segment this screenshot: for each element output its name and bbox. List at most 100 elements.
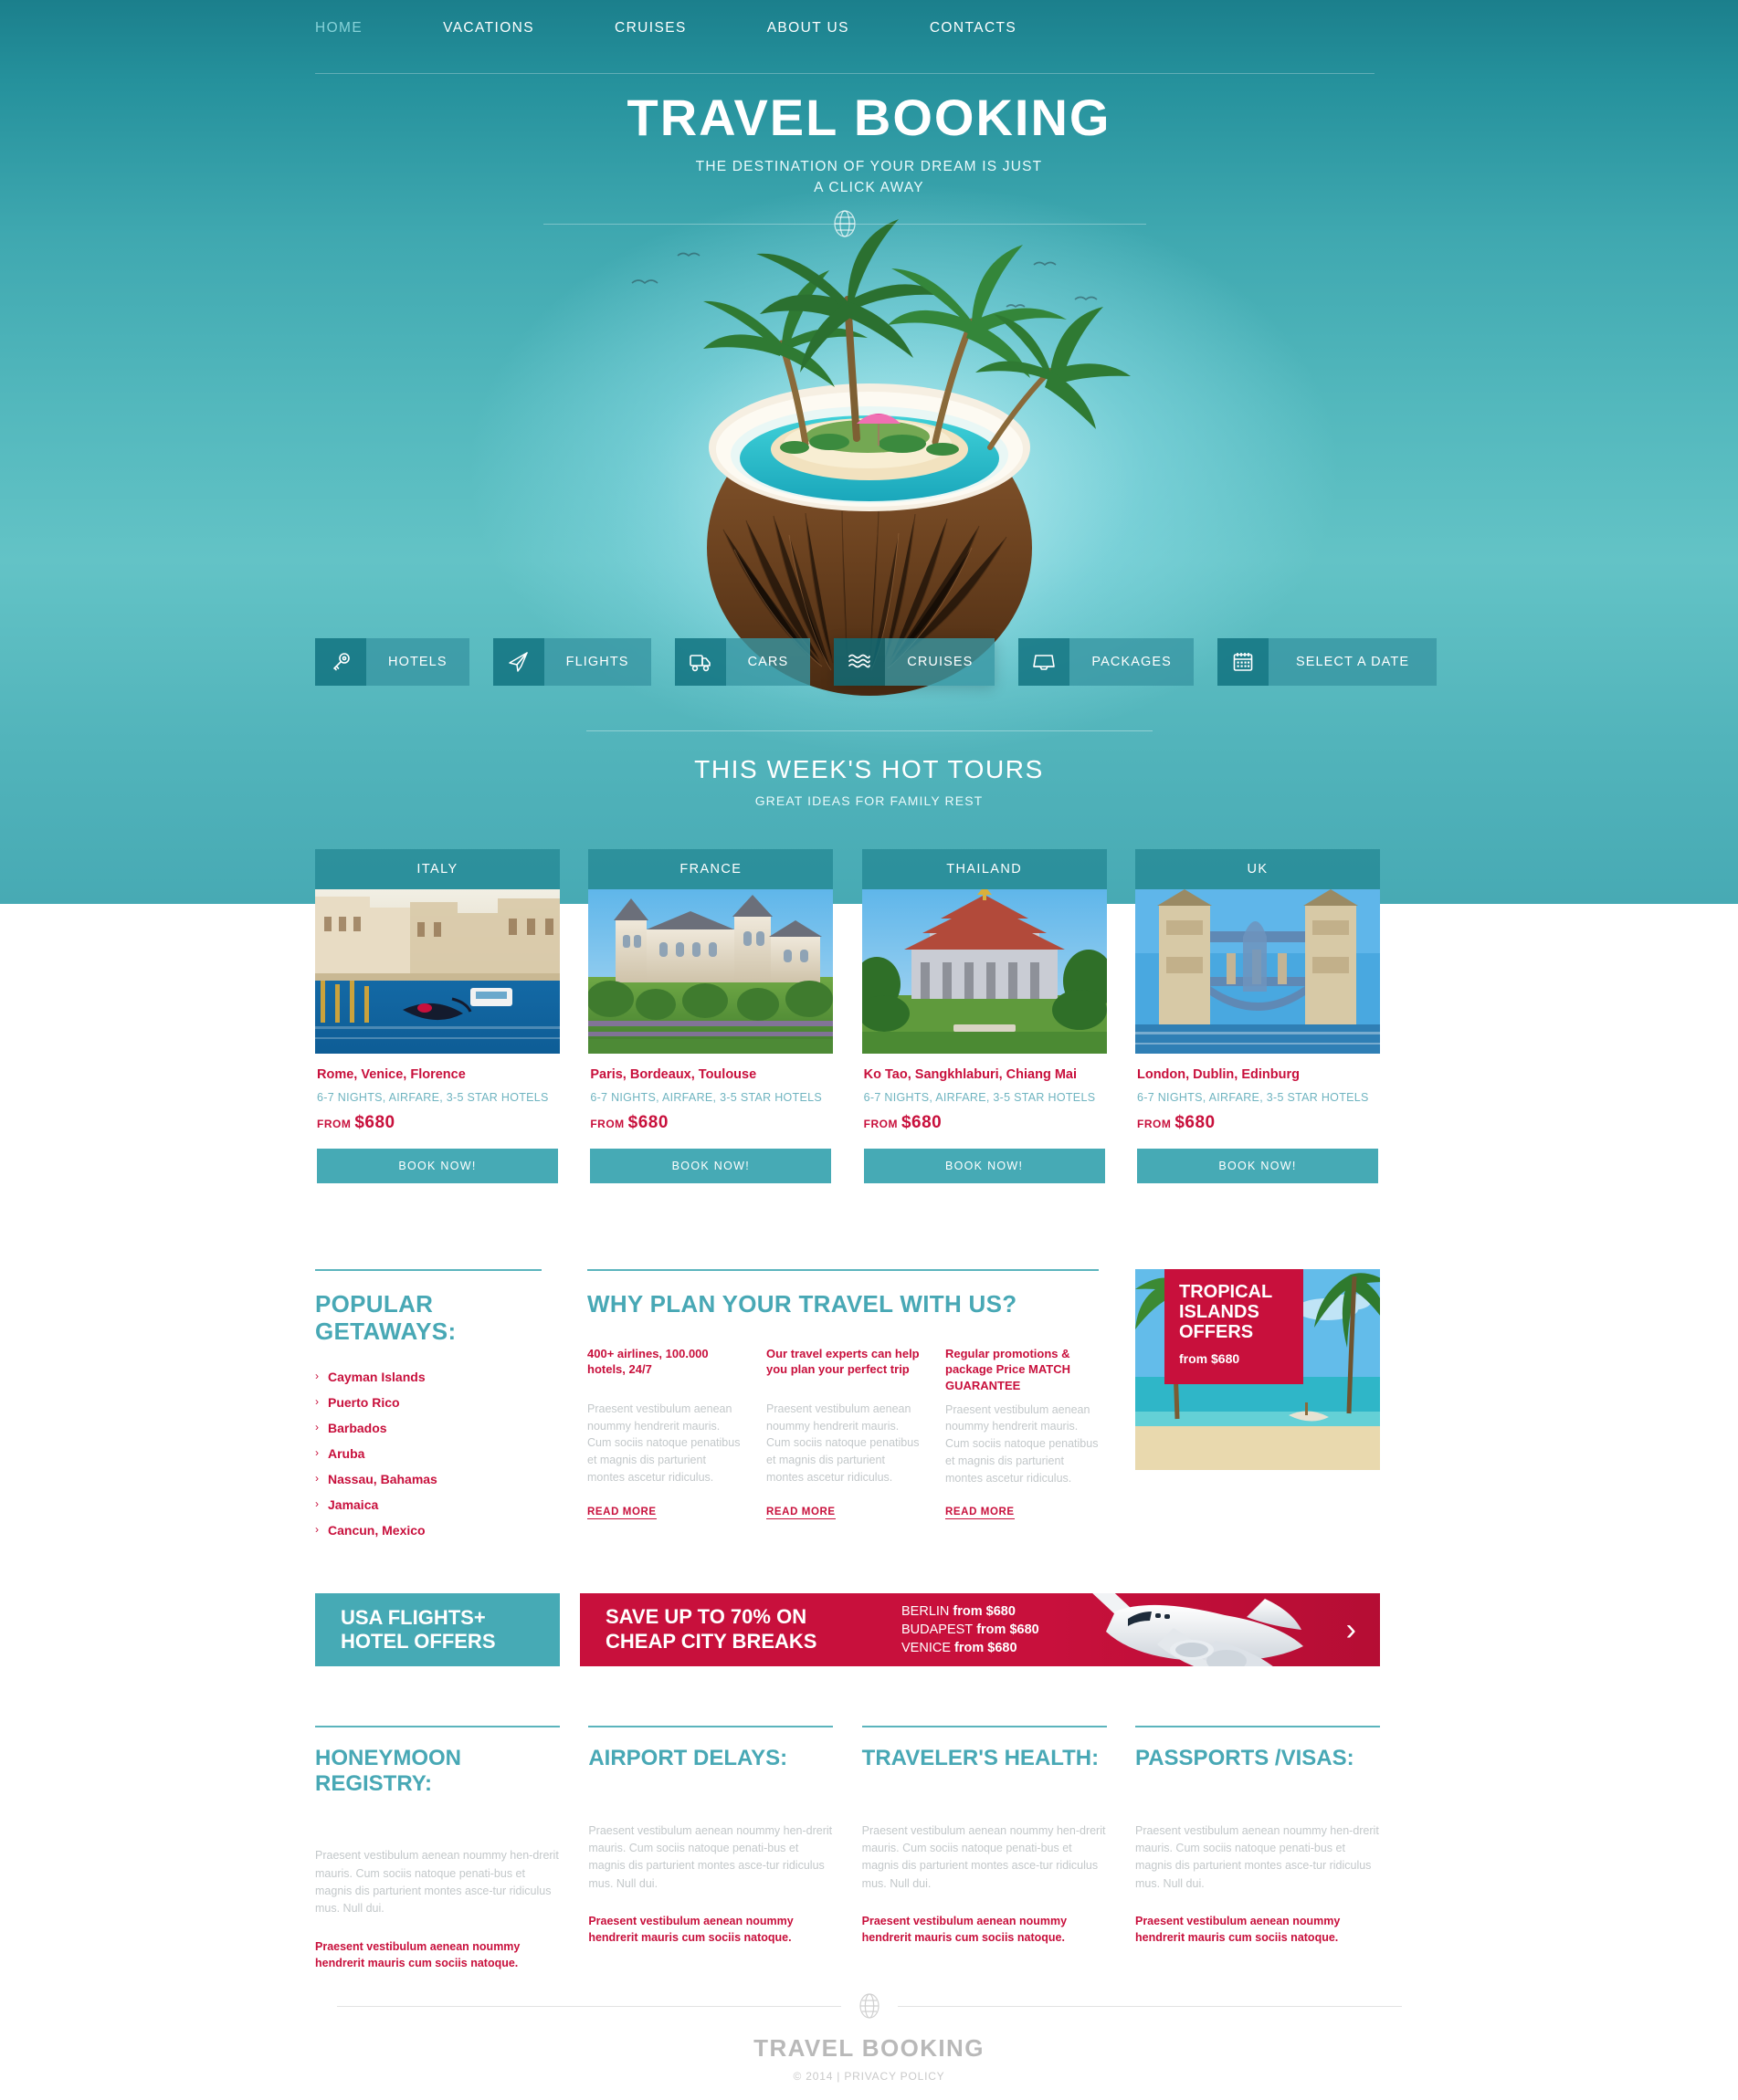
getaway-link[interactable]: Jamaica	[328, 1497, 378, 1512]
search-tab-hotels[interactable]: HOTELS	[315, 638, 469, 686]
getaway-link[interactable]: Barbados	[328, 1421, 387, 1435]
getaway-link[interactable]: Cancun, Mexico	[328, 1523, 426, 1538]
main-navigation[interactable]: HOME VACATIONS CRUISES ABOUT US CONTACTS	[0, 0, 1738, 57]
list-item[interactable]: › Barbados	[315, 1421, 542, 1435]
globe-icon	[858, 1993, 880, 2019]
info-column-passports-visas: PASSPORTS /VISAS: Praesent vestibulum ae…	[1134, 1726, 1380, 1971]
read-more-link[interactable]: READ MORE	[766, 1507, 836, 1519]
popular-getaways-panel: POPULAR GETAWAYS: › Cayman Islands › Puert…	[315, 1269, 542, 1549]
list-item[interactable]: › Puerto Rico	[315, 1395, 542, 1410]
search-type-bar[interactable]: HOTELS FLIGHTS CARS CRUISES PACKAGES SEL…	[315, 630, 1438, 694]
tour-price: FROM $680	[864, 1113, 1105, 1133]
getaway-link[interactable]: Cayman Islands	[328, 1370, 426, 1384]
tropical-islands-label[interactable]: TROPICAL ISLANDS OFFERS from $680	[1164, 1269, 1303, 1384]
read-more-link[interactable]: READ MORE	[587, 1507, 657, 1519]
search-tab-cruises[interactable]: CRUISES	[834, 638, 995, 686]
tour-price-value: $680	[1174, 1112, 1216, 1132]
tour-price-prefix: FROM	[1136, 1117, 1172, 1130]
section-rule	[861, 1726, 1107, 1727]
info-body: Praesent vestibulum aenean noummy hen-dr…	[315, 1849, 559, 1916]
info-quote: Praesent vestibulum aenean noummy hendre…	[1134, 1915, 1341, 1945]
waves-icon	[834, 638, 886, 686]
brand-tagline: THE DESTINATION OF YOUR DREAM IS JUST A …	[0, 156, 1738, 199]
search-tab-packages[interactable]: PACKAGES	[1018, 638, 1194, 686]
section-rule	[587, 1269, 1099, 1271]
usa-banner-line-2: HOTEL OFFERS	[341, 1630, 496, 1653]
list-item[interactable]: › Nassau, Bahamas	[315, 1472, 542, 1486]
usa-flights-hotel-offers-banner[interactable]: USA FLIGHTS+ HOTEL OFFERS	[315, 1593, 560, 1666]
info-heading: TRAVELER'S HEALTH:	[861, 1746, 1100, 1770]
popular-getaways-list: › Cayman Islands › Puerto Rico › Barbados ›…	[315, 1370, 542, 1538]
destination-price: from $680	[953, 1604, 1016, 1619]
info-quote: Praesent vestibulum aenean noummy hendre…	[315, 1939, 521, 1969]
list-item[interactable]: › Jamaica	[315, 1497, 542, 1512]
tour-country-tab[interactable]: ITALY	[315, 849, 560, 889]
brand-block: TRAVEL BOOKING THE DESTINATION OF YOUR D…	[0, 90, 1738, 199]
nav-item-about-us[interactable]: ABOUT US	[767, 20, 849, 37]
list-item[interactable]: › Aruba	[315, 1446, 542, 1461]
promo-title-line-3: OFFERS	[1179, 1322, 1254, 1342]
tour-country-tab[interactable]: FRANCE	[588, 849, 834, 889]
promo-title-line-1: TROPICAL	[1179, 1282, 1273, 1302]
banner-destination-list: BERLIN from $680 BUDAPEST from $680 VENI…	[901, 1602, 1039, 1657]
city-breaks-banner[interactable]: SAVE UP TO 70% ON CHEAP CITY BREAKS BERL…	[580, 1593, 1380, 1666]
why-column-2: Our travel experts can help you plan you…	[766, 1346, 920, 1519]
tour-country-tab[interactable]: THAILAND	[861, 849, 1107, 889]
city-breaks-line-1: SAVE UP TO 70% ON	[606, 1605, 807, 1629]
search-tab-flights[interactable]: FLIGHTS	[492, 638, 651, 686]
why-title: Regular promotions & package Price MATCH…	[945, 1346, 1071, 1392]
why-title: 400+ airlines, 100.000 hotels, 24/7	[587, 1346, 709, 1377]
tour-card-thailand[interactable]: THAILAND Ko Tao, Sangkhlaburi, Chiang Ma…	[861, 849, 1107, 1183]
tour-cities: Paris, Bordeaux, Toulouse	[590, 1067, 757, 1082]
calendar-icon	[1217, 638, 1269, 686]
why-plan-columns: 400+ airlines, 100.000 hotels, 24/7 Prae…	[587, 1346, 1099, 1520]
middle-section: POPULAR GETAWAYS: › Cayman Islands › Puert…	[315, 1269, 1380, 1549]
info-body: Praesent vestibulum aenean noummy hen-dr…	[588, 1823, 833, 1890]
info-heading: PASSPORTS /VISAS:	[1134, 1746, 1354, 1770]
tour-country-tab[interactable]: UK	[1134, 849, 1380, 889]
section-rule	[315, 1269, 542, 1271]
key-icon	[315, 638, 366, 686]
book-now-button-thailand[interactable]: BOOK NOW!	[863, 1148, 1105, 1183]
getaway-link[interactable]: Puerto Rico	[328, 1395, 400, 1410]
info-heading: AIRPORT DELAYS:	[588, 1746, 788, 1770]
list-item[interactable]: › Cancun, Mexico	[315, 1523, 542, 1538]
book-now-button-france[interactable]: BOOK NOW!	[590, 1148, 832, 1183]
book-now-button-italy[interactable]: BOOK NOW!	[317, 1148, 558, 1183]
chevron-right-icon: ›	[315, 1369, 319, 1382]
tour-image-uk	[1134, 889, 1380, 1054]
divider-line-right	[836, 224, 1146, 225]
tropical-islands-promo[interactable]: TROPICAL ISLANDS OFFERS from $680	[1135, 1269, 1380, 1549]
getaway-link[interactable]: Nassau, Bahamas	[328, 1472, 437, 1486]
getaway-link[interactable]: Aruba	[328, 1446, 364, 1461]
nav-item-home[interactable]: HOME	[315, 20, 363, 37]
hot-tours-list: ITALY Rome, Venice, Florence 6-7 NIGHTS,…	[315, 849, 1380, 1183]
offers-banner-strip: USA FLIGHTS+ HOTEL OFFERS SAVE UP TO 70%…	[315, 1593, 1380, 1666]
search-date-picker[interactable]: SELECT A DATE	[1217, 638, 1438, 686]
footer-divider	[336, 1990, 1402, 2021]
read-more-link[interactable]: READ MORE	[945, 1507, 1015, 1520]
destination-city: BUDAPEST	[901, 1622, 974, 1637]
paper-plane-icon	[492, 638, 544, 686]
usa-banner-line-1: USA FLIGHTS+	[341, 1605, 486, 1629]
tour-card-italy[interactable]: ITALY Rome, Venice, Florence 6-7 NIGHTS,…	[315, 849, 560, 1183]
hero-section: HOME VACATIONS CRUISES ABOUT US CONTACTS…	[0, 0, 1738, 904]
privacy-policy-link[interactable]: PRIVACY POLICY	[844, 2070, 944, 2083]
nav-item-vacations[interactable]: VACATIONS	[443, 20, 534, 37]
promo-from-price: from $680	[1179, 1351, 1240, 1366]
destination-row: BERLIN from $680	[901, 1602, 1039, 1621]
info-column-honeymoon-registry: HONEYMOON REGISTRY: Praesent vestibulum …	[315, 1726, 560, 1971]
search-tab-label: HOTELS	[366, 638, 469, 686]
banner-next-arrow[interactable]: ›	[1346, 1614, 1356, 1645]
copyright-text: © 2014 |	[793, 2070, 845, 2083]
tour-card-france[interactable]: FRANCE Paris, Bordeaux, Toulouse 6-7 NIG…	[588, 849, 834, 1183]
nav-item-cruises[interactable]: CRUISES	[615, 20, 687, 37]
search-tab-cars[interactable]: CARS	[674, 638, 811, 686]
book-now-button-uk[interactable]: BOOK NOW!	[1136, 1148, 1378, 1183]
hot-tours-subheading: GREAT IDEAS FOR FAMILY REST	[754, 793, 984, 808]
tour-card-uk[interactable]: UK London, Dublin, Edinburg 6-7 NIGHTS, …	[1134, 849, 1380, 1183]
tagline-line-1: THE DESTINATION OF YOUR DREAM IS JUST	[695, 158, 1043, 174]
list-item[interactable]: › Cayman Islands	[315, 1370, 542, 1384]
nav-item-contacts[interactable]: CONTACTS	[930, 20, 1016, 37]
why-title: Our travel experts can help you plan you…	[766, 1346, 920, 1377]
